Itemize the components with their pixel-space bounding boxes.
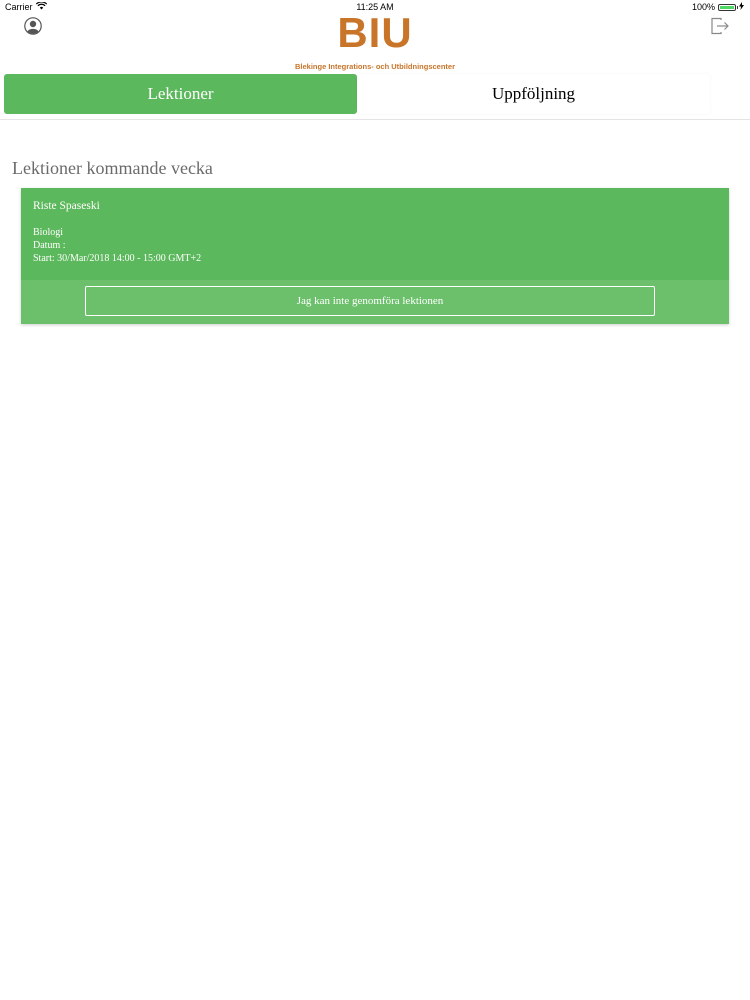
lesson-subject: Biologi: [33, 227, 64, 238]
tab-lektioner-label: Lektioner: [147, 84, 214, 103]
teacher-name: Riste Spaseski: [33, 200, 100, 212]
app-header: BIU Blekinge Integrations- och Utbildnin…: [0, 0, 750, 74]
tab-bar: Lektioner Uppföljning: [4, 74, 710, 114]
logout-icon[interactable]: [710, 17, 730, 35]
lesson-card-body: Riste Spaseski Biologi Datum : Start: 30…: [21, 188, 729, 268]
header-divider: [0, 119, 750, 120]
lesson-start-time: Start: 30/Mar/2018 14:00 - 15:00 GMT+2: [33, 253, 202, 264]
logo-text: BIU: [337, 9, 413, 56]
cancel-lesson-label: Jag kan inte genomföra lektionen: [296, 295, 444, 307]
tab-uppfoljning[interactable]: Uppföljning: [357, 74, 710, 114]
cancel-lesson-button[interactable]: Jag kan inte genomföra lektionen: [85, 286, 655, 316]
logo-subtitle: Blekinge Integrations- och Utbildningsce…: [294, 62, 456, 71]
section-title: Lektioner kommande vecka: [12, 158, 213, 178]
tab-lektioner[interactable]: Lektioner: [4, 74, 357, 114]
lesson-card: Riste Spaseski Biologi Datum : Start: 30…: [21, 188, 729, 324]
tab-uppfoljning-label: Uppföljning: [491, 84, 576, 103]
lesson-date-label: Datum :: [33, 240, 66, 251]
biu-logo: BIU Blekinge Integrations- och Utbildnin…: [0, 9, 750, 72]
lesson-card-footer: Jag kan inte genomföra lektionen: [21, 280, 729, 324]
